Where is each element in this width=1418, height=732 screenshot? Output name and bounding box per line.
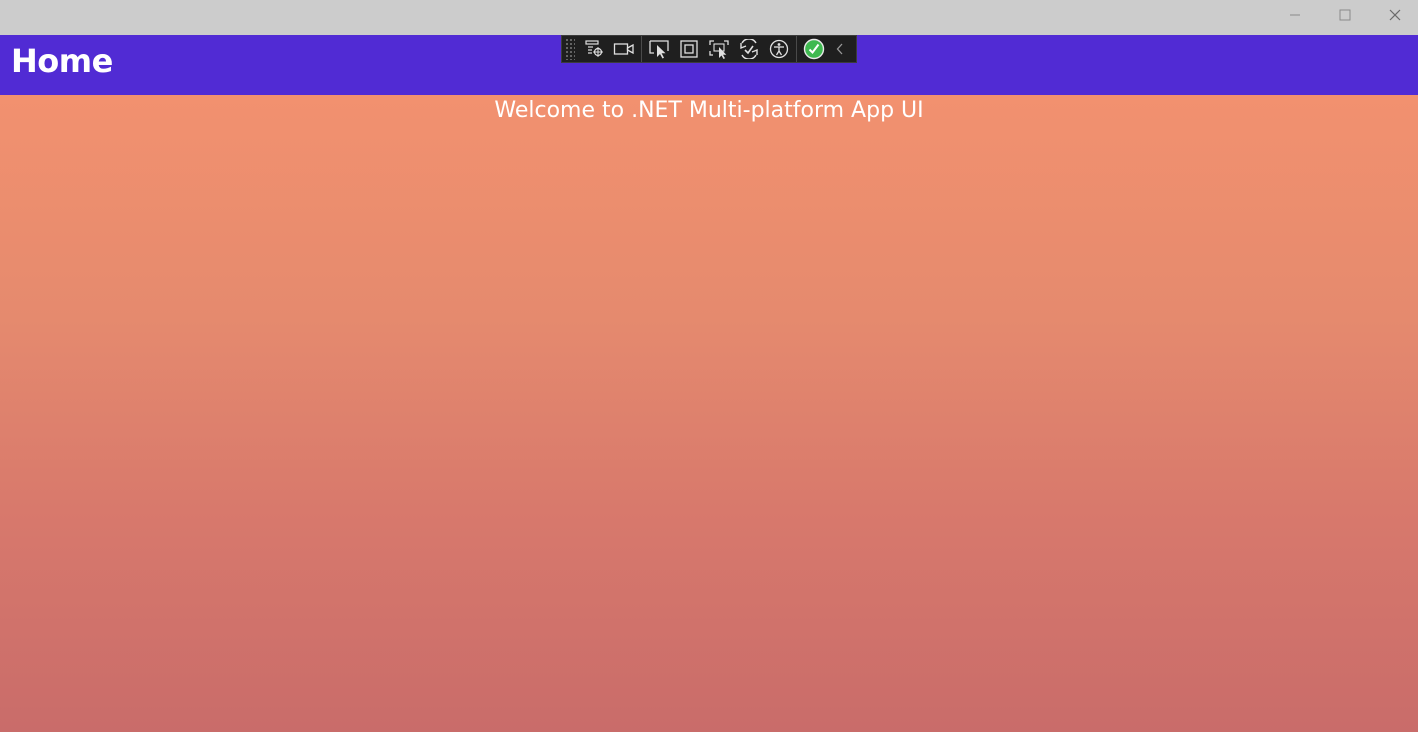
close-icon (1389, 9, 1401, 21)
display-layout-adorners-icon (679, 39, 699, 59)
record-video-button[interactable] (609, 36, 639, 62)
maximize-button[interactable] (1320, 0, 1370, 30)
live-visual-tree-icon (584, 39, 604, 59)
maximize-icon (1339, 9, 1351, 21)
toolbar-separator (796, 36, 797, 62)
collapse-toolbar-button[interactable] (829, 36, 851, 62)
binding-failures-button[interactable] (799, 36, 829, 62)
track-focus-button[interactable] (704, 36, 734, 62)
track-focus-icon (708, 39, 730, 59)
close-button[interactable] (1370, 0, 1418, 30)
toolbar-drag-handle[interactable] (565, 38, 575, 60)
hot-reload-button[interactable] (734, 36, 764, 62)
binding-failures-check-icon (803, 38, 825, 60)
welcome-label: Welcome to .NET Multi-platform App UI (494, 98, 924, 123)
title-bar[interactable] (0, 0, 1418, 35)
in-app-toolbar (561, 35, 857, 63)
collapse-toolbar-icon (835, 42, 845, 56)
display-layout-adorners-button[interactable] (674, 36, 704, 62)
page-title: Home (11, 42, 113, 80)
app-window: Home Welcome to .NET Multi-platform App … (0, 0, 1418, 732)
main-content: Welcome to .NET Multi-platform App UI (0, 95, 1418, 732)
select-element-icon (648, 39, 670, 59)
select-element-button[interactable] (644, 36, 674, 62)
minimize-button[interactable] (1270, 0, 1320, 30)
accessibility-icon (769, 39, 789, 59)
accessibility-checker-button[interactable] (764, 36, 794, 62)
hot-reload-icon (738, 39, 760, 59)
record-video-icon (613, 41, 635, 57)
toolbar-separator (641, 36, 642, 62)
live-visual-tree-button[interactable] (579, 36, 609, 62)
minimize-icon (1289, 9, 1301, 21)
